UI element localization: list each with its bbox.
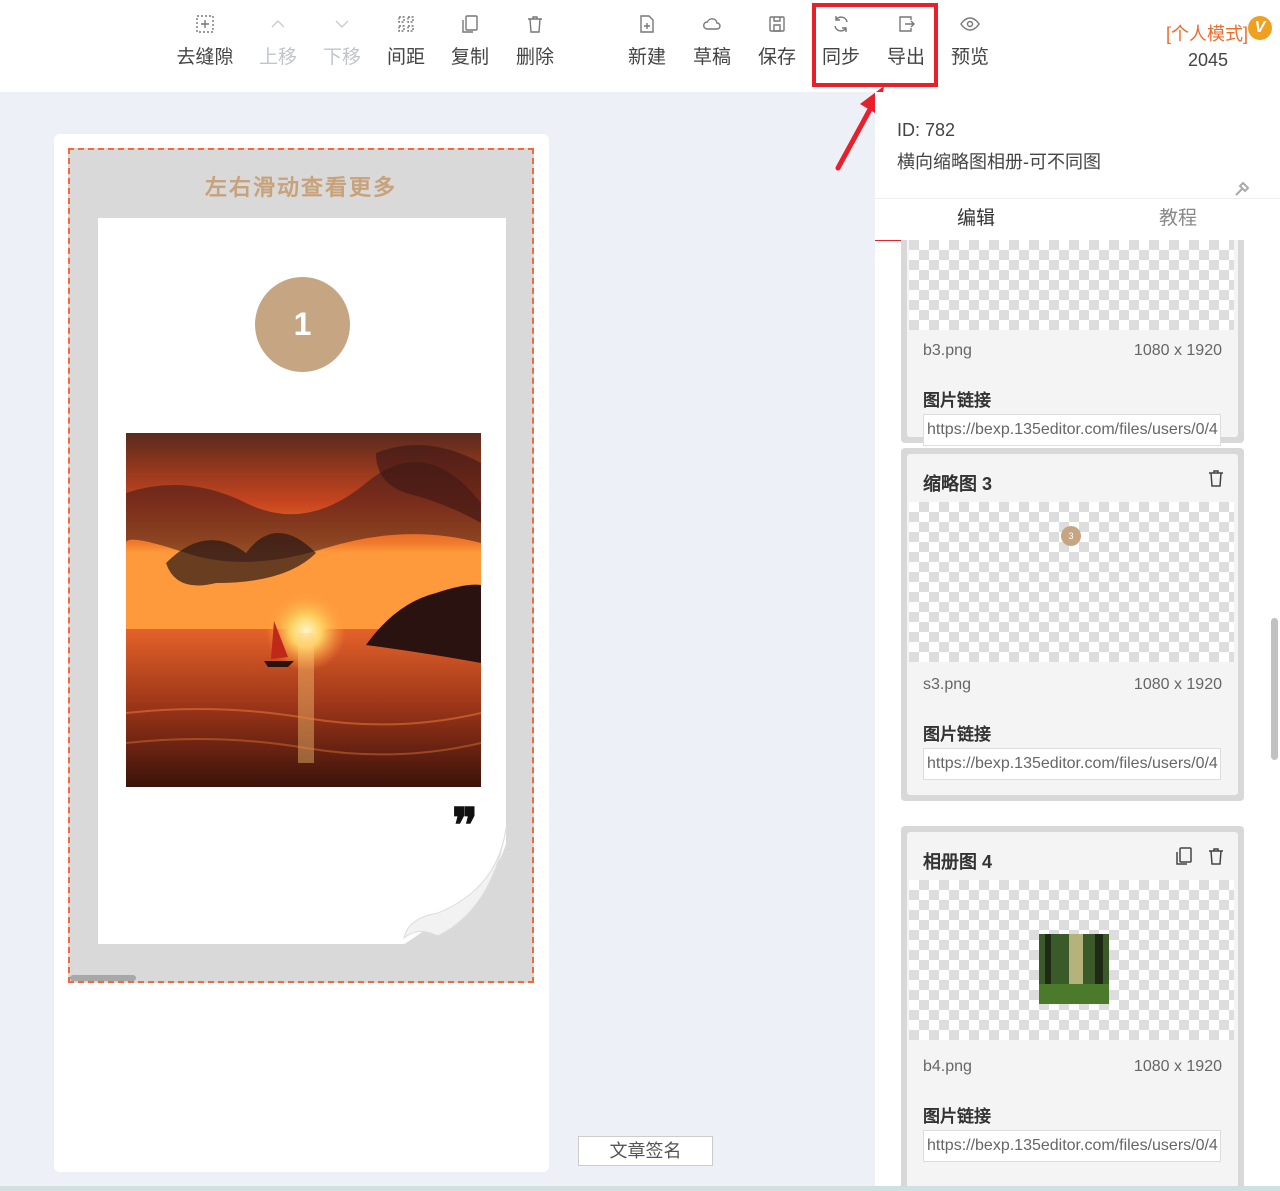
- list-item: b3.png 1080 x 1920 图片链接 https://bexp.135…: [901, 240, 1244, 446]
- wrench-icon[interactable]: [1233, 180, 1251, 198]
- new-label: 新建: [627, 47, 666, 68]
- bottom-strip: [0, 1186, 1280, 1191]
- tab-edit[interactable]: 编辑: [875, 199, 1077, 241]
- chevron-up-icon: [271, 20, 285, 28]
- file-name: b3.png: [923, 342, 972, 359]
- draft-label: 草稿: [692, 47, 731, 68]
- panel-scrollbar[interactable]: [1271, 618, 1278, 760]
- image-link-input[interactable]: https://bexp.135editor.com/files/users/0…: [923, 1130, 1221, 1162]
- save-button[interactable]: 保存: [745, 14, 809, 76]
- move-up-label: 上移: [258, 47, 297, 68]
- file-size: 1080 x 1920: [1133, 342, 1222, 359]
- file-size: 1080 x 1920: [1133, 676, 1222, 693]
- item-title: 缩略图 3: [923, 474, 993, 494]
- settings-panel: ID: 782 横向缩略图相册-可不同图 编辑 教程 b3.png 1080 x…: [875, 92, 1280, 1191]
- image-preview[interactable]: 3: [909, 502, 1234, 662]
- top-toolbar: 去缝隙 上移 下移 间距 复制 删除 新建 草稿 保存 同步 导出 预览 [个人…: [0, 0, 1280, 92]
- item-title: 相册图 4: [923, 852, 993, 872]
- move-up-button[interactable]: 上移: [246, 14, 310, 76]
- image-link-label: 图片链接: [923, 1107, 991, 1126]
- image-link-label: 图片链接: [923, 391, 991, 410]
- chevron-down-icon: [335, 20, 349, 28]
- draft-button[interactable]: 草稿: [680, 14, 744, 76]
- article-signature-button[interactable]: 文章签名: [578, 1136, 713, 1166]
- new-button[interactable]: 新建: [615, 14, 679, 76]
- image-link-input[interactable]: https://bexp.135editor.com/files/users/0…: [923, 748, 1221, 780]
- thumbnail-number-badge: 3: [1061, 526, 1081, 546]
- image-preview[interactable]: [909, 880, 1234, 1040]
- sunset-image: [126, 433, 481, 787]
- copy-icon: [462, 15, 478, 33]
- file-size: 1080 x 1920: [1133, 1058, 1222, 1075]
- spacing-label: 间距: [386, 47, 425, 68]
- preview-label: 预览: [950, 47, 989, 68]
- image-link-input[interactable]: https://bexp.135editor.com/files/users/0…: [923, 414, 1221, 446]
- move-down-button[interactable]: 下移: [310, 14, 374, 76]
- list-item: 相册图 4 b4.png 1080 x 1920 图片链接 https://be…: [901, 826, 1244, 1191]
- image-link-label: 图片链接: [923, 725, 991, 744]
- template-name: 横向缩略图相册-可不同图: [897, 152, 1101, 172]
- delete-label: 删除: [515, 47, 554, 68]
- eye-icon: [960, 17, 980, 31]
- move-down-label: 下移: [322, 47, 361, 68]
- trash-icon: [528, 16, 542, 33]
- remove-gap-label: 去缝隙: [176, 47, 234, 68]
- copy-button[interactable]: 复制: [438, 14, 502, 76]
- delete-button[interactable]: 删除: [503, 14, 567, 76]
- personal-mode-link[interactable]: [个人模式]: [1166, 20, 1248, 46]
- slide-number-badge: 1: [255, 277, 350, 372]
- sync-export-highlight: [812, 3, 938, 87]
- slide-card[interactable]: 1 ❞: [98, 218, 510, 948]
- trash-icon[interactable]: [1206, 468, 1226, 488]
- horizontal-scrollbar[interactable]: [70, 975, 136, 981]
- new-file-icon: [640, 15, 654, 33]
- file-name: b4.png: [923, 1058, 972, 1075]
- spacing-button[interactable]: 间距: [374, 14, 438, 76]
- trash-icon[interactable]: [1206, 846, 1226, 866]
- preview-button[interactable]: 预览: [938, 14, 1002, 76]
- vip-badge-icon: V: [1248, 16, 1272, 40]
- remove-gap-button[interactable]: 去缝隙: [173, 14, 237, 76]
- page-curl-icon: [398, 818, 510, 948]
- sunset-photo[interactable]: [126, 433, 481, 787]
- file-name: s3.png: [923, 676, 972, 693]
- copy-icon[interactable]: [1174, 846, 1194, 866]
- copy-label: 复制: [450, 47, 489, 68]
- spacing-icon: [398, 16, 414, 32]
- remove-gap-icon: [196, 15, 214, 33]
- account-count: 2045: [1188, 50, 1229, 70]
- cloud-icon: [703, 18, 721, 30]
- selected-component[interactable]: 左右滑动查看更多 1 ❞: [68, 148, 534, 983]
- list-item: 缩略图 3 3 s3.png 1080 x 1920 图片链接 https://…: [901, 448, 1244, 801]
- save-icon: [769, 16, 785, 32]
- template-id: ID: 782: [897, 120, 956, 140]
- forest-thumbnail: [1039, 934, 1109, 1004]
- swipe-hint: 左右滑动查看更多: [204, 175, 397, 200]
- image-preview[interactable]: [909, 240, 1234, 330]
- save-label: 保存: [757, 47, 796, 68]
- item-list: b3.png 1080 x 1920 图片链接 https://bexp.135…: [901, 240, 1244, 1191]
- tab-tutorial[interactable]: 教程: [1077, 199, 1279, 241]
- panel-tabs: 编辑 教程: [875, 198, 1280, 241]
